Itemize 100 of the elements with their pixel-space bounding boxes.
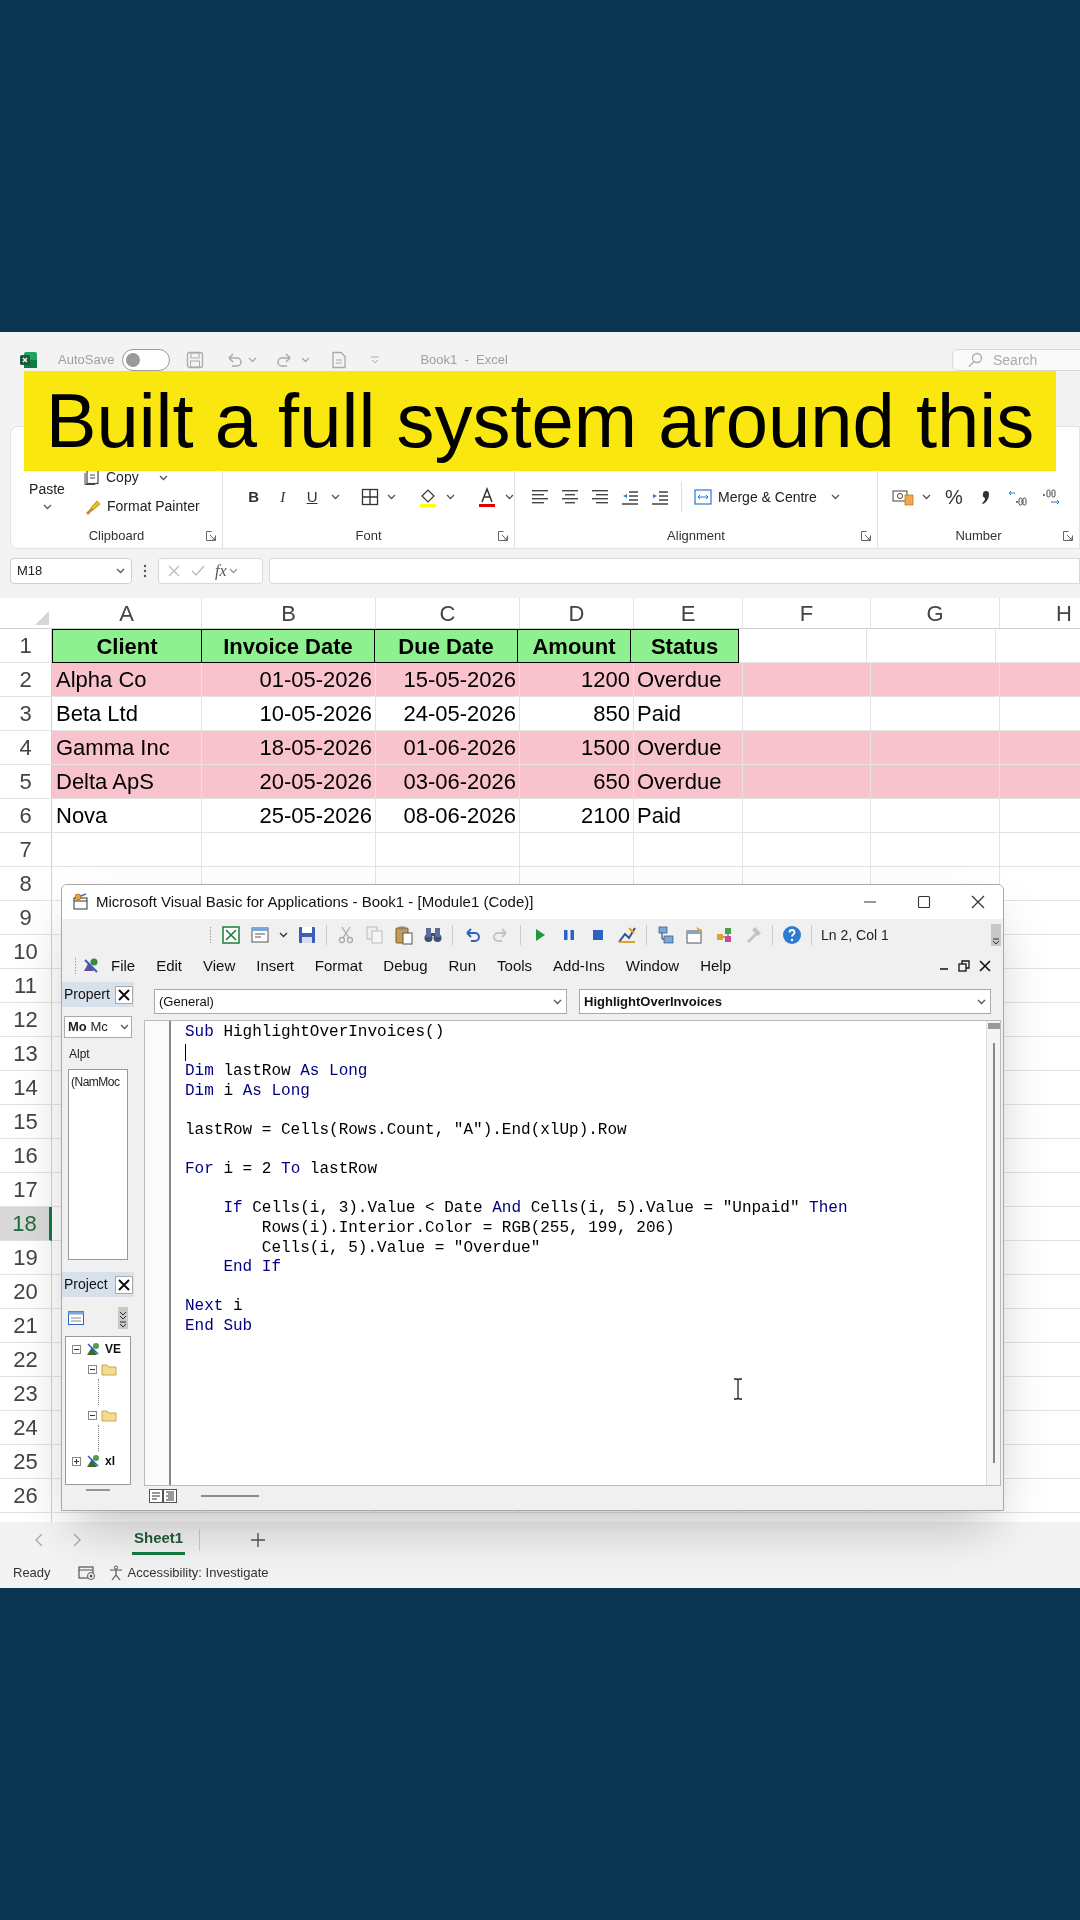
decrease-indent-icon[interactable]: [621, 488, 639, 506]
toolbar-options-icon[interactable]: [991, 924, 1001, 946]
caret-icon[interactable]: [553, 998, 562, 1005]
row-header[interactable]: 23: [0, 1377, 52, 1411]
more-options-icon[interactable]: [142, 563, 148, 579]
align-right-icon[interactable]: [591, 488, 609, 506]
caret-icon[interactable]: [387, 494, 397, 500]
dialog-launcher-icon[interactable]: [498, 531, 508, 541]
column-header[interactable]: C: [376, 598, 520, 628]
object-dropdown[interactable]: Mo Mc: [64, 1016, 132, 1038]
column-header[interactable]: D: [520, 598, 634, 628]
caret-icon[interactable]: [158, 474, 168, 481]
spreadsheet-icon[interactable]: [221, 925, 241, 945]
currency-format-icon[interactable]: [892, 488, 914, 506]
caret-icon[interactable]: [977, 998, 986, 1005]
autosave-toggle[interactable]: [122, 349, 171, 371]
column-header[interactable]: A: [52, 598, 202, 628]
binoculars-icon[interactable]: [423, 925, 443, 945]
row-header[interactable]: 9: [0, 901, 52, 935]
formula-input[interactable]: [269, 558, 1080, 584]
caret-icon[interactable]: [116, 568, 125, 574]
name-box[interactable]: M18: [10, 558, 132, 584]
column-header[interactable]: G: [871, 598, 1000, 628]
properties-window-icon[interactable]: [685, 925, 705, 945]
caret-icon[interactable]: [330, 494, 340, 500]
empty-cell[interactable]: [871, 833, 1000, 867]
scrollbar-button[interactable]: [987, 1023, 1000, 1029]
row-header[interactable]: 10: [0, 935, 52, 969]
row-header[interactable]: 7: [0, 833, 52, 867]
object-dropdown[interactable]: (General): [154, 989, 567, 1014]
object-browser-icon[interactable]: [714, 925, 734, 945]
caret-icon[interactable]: [446, 494, 456, 500]
menu-item[interactable]: Edit: [156, 954, 183, 978]
row-header[interactable]: 24: [0, 1411, 52, 1445]
row-header[interactable]: 12: [0, 1003, 52, 1037]
splitter-icon[interactable]: [86, 1488, 110, 1492]
view-object-icon[interactable]: [68, 1310, 84, 1325]
scroll-right-icon[interactable]: [72, 1532, 82, 1547]
caret-icon[interactable]: [830, 494, 840, 500]
row-header[interactable]: 17: [0, 1173, 52, 1207]
scrollbar-thumb[interactable]: [201, 1495, 259, 1497]
dialog-launcher-icon[interactable]: [206, 531, 216, 541]
copy-icon[interactable]: [83, 469, 100, 486]
format-painter-button[interactable]: Format Painter: [107, 496, 200, 517]
maximize-icon[interactable]: [917, 895, 931, 909]
procedure-view-icon[interactable]: [149, 1489, 163, 1503]
accessibility-status[interactable]: Accessibility: Investigate: [107, 1562, 269, 1583]
row-header[interactable]: 6: [0, 799, 52, 833]
borders-icon[interactable]: [361, 488, 380, 506]
close-icon[interactable]: [979, 960, 991, 972]
sheet-tab[interactable]: Sheet1: [132, 1524, 186, 1555]
row-header[interactable]: 4: [0, 731, 52, 765]
close-icon[interactable]: [971, 895, 985, 909]
expand-icon[interactable]: [72, 1456, 81, 1466]
scroll-arrows-icon[interactable]: [118, 1306, 128, 1329]
row-header[interactable]: 20: [0, 1275, 52, 1309]
menu-item[interactable]: Add-Ins: [553, 954, 605, 978]
close-icon[interactable]: [115, 985, 133, 1004]
restore-icon[interactable]: [958, 960, 970, 972]
italic-button[interactable]: I: [272, 485, 294, 509]
row-header[interactable]: 22: [0, 1343, 52, 1377]
row-header[interactable]: 26: [0, 1479, 52, 1513]
project-explorer-icon[interactable]: [656, 925, 676, 945]
empty-cell[interactable]: [634, 833, 743, 867]
row-header[interactable]: 1: [0, 629, 52, 663]
tree-item[interactable]: VE: [105, 1340, 121, 1358]
align-left-icon[interactable]: [531, 488, 549, 506]
menu-item[interactable]: Debug: [383, 954, 428, 978]
percent-button[interactable]: %: [945, 482, 963, 512]
column-header[interactable]: B: [202, 598, 376, 628]
menu-item[interactable]: View: [203, 954, 236, 978]
row-header[interactable]: 15: [0, 1105, 52, 1139]
tree-item[interactable]: xl: [105, 1452, 115, 1470]
menu-item[interactable]: Insert: [256, 954, 294, 978]
row-header[interactable]: 19: [0, 1241, 52, 1275]
row-header[interactable]: 25: [0, 1445, 52, 1479]
dialog-launcher-icon[interactable]: [1063, 531, 1073, 541]
caret-icon[interactable]: [505, 494, 514, 500]
collapse-icon[interactable]: [88, 1364, 97, 1374]
code-editor[interactable]: [144, 1020, 1001, 1486]
menu-item[interactable]: Window: [625, 954, 680, 978]
caret-icon[interactable]: [42, 504, 52, 510]
column-header[interactable]: F: [743, 598, 871, 628]
row-header[interactable]: 3: [0, 697, 52, 731]
merge-and-centre-button[interactable]: Merge & Centre: [694, 486, 840, 508]
menu-item[interactable]: Tools: [497, 954, 533, 978]
caret-icon[interactable]: [279, 932, 288, 938]
align-center-icon[interactable]: [561, 488, 579, 506]
fill-color-icon[interactable]: [418, 487, 439, 507]
add-sheet-icon[interactable]: [250, 1531, 267, 1548]
row-header[interactable]: 14: [0, 1071, 52, 1105]
underline-button[interactable]: U: [301, 485, 323, 509]
empty-cell[interactable]: [376, 833, 520, 867]
menu-item[interactable]: File: [111, 954, 136, 978]
form-icon[interactable]: [250, 925, 270, 945]
procedure-dropdown[interactable]: HighlightOverInvoices: [579, 989, 991, 1014]
row-header[interactable]: 8: [0, 867, 52, 901]
save-icon[interactable]: [297, 925, 317, 945]
paste-icon[interactable]: [394, 925, 414, 945]
caret-icon[interactable]: [120, 1024, 129, 1030]
